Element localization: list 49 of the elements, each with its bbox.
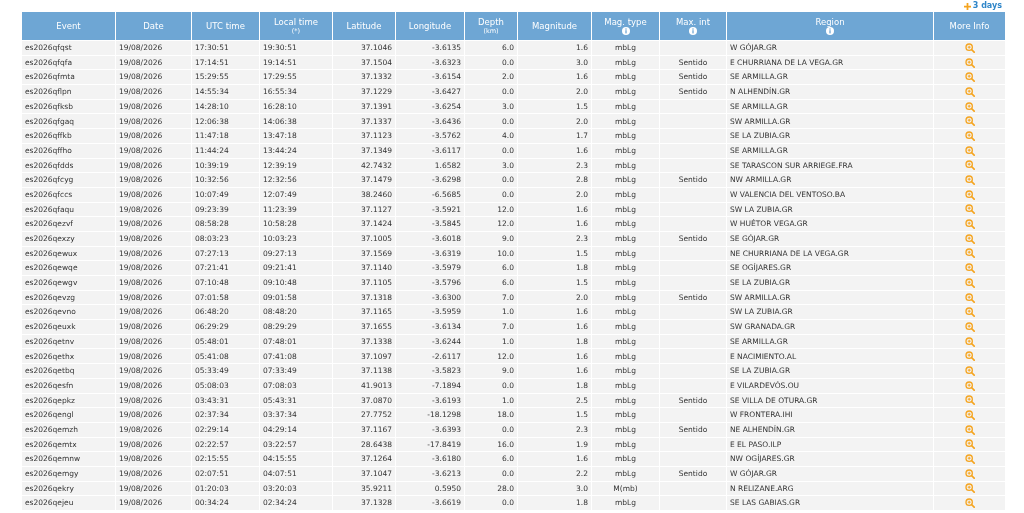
zoom-in-icon[interactable]: [964, 483, 975, 494]
zoom-in-icon[interactable]: [964, 468, 975, 479]
zoom-in-icon[interactable]: [964, 292, 975, 303]
zoom-in-icon[interactable]: [964, 101, 975, 112]
zoom-in-icon[interactable]: [964, 116, 975, 127]
zoom-in-icon[interactable]: [964, 86, 975, 97]
zoom-in-icon[interactable]: [964, 380, 975, 391]
zoom-in-icon[interactable]: [964, 72, 975, 83]
column-header: Mag. type: [604, 16, 647, 28]
column-header: Date: [143, 20, 164, 32]
info-icon[interactable]: [826, 27, 834, 36]
zoom-in-icon[interactable]: [964, 395, 975, 406]
column-header: More Info: [949, 20, 990, 32]
column-header: Longitude: [408, 20, 452, 32]
column-header: Event: [56, 20, 81, 32]
column-header: Local time: [274, 16, 318, 28]
column-header: Region: [815, 16, 845, 28]
zoom-in-icon[interactable]: [964, 42, 975, 53]
zoom-in-icon[interactable]: [964, 57, 975, 68]
zoom-in-icon[interactable]: [964, 145, 975, 156]
zoom-in-icon[interactable]: [964, 263, 975, 274]
zoom-in-icon[interactable]: [964, 439, 975, 450]
zoom-in-icon[interactable]: [964, 498, 975, 509]
zoom-in-icon[interactable]: [964, 351, 975, 362]
zoom-in-icon[interactable]: [964, 130, 975, 141]
column-header: Magnitude: [531, 20, 577, 32]
zoom-in-icon[interactable]: [964, 307, 975, 318]
zoom-in-icon[interactable]: [964, 248, 975, 259]
zoom-in-icon[interactable]: [964, 277, 975, 288]
info-icon[interactable]: [621, 27, 630, 36]
zoom-in-icon[interactable]: [964, 219, 975, 230]
zoom-in-icon[interactable]: [964, 175, 975, 186]
column-header: Depth: [478, 16, 504, 28]
zoom-in-icon[interactable]: [964, 233, 975, 244]
zoom-in-icon[interactable]: [964, 454, 975, 465]
time-range-link[interactable]: 3 days: [963, 2, 1002, 10]
zoom-in-icon[interactable]: [964, 189, 975, 200]
column-header: Max. int: [675, 16, 711, 28]
zoom-in-icon[interactable]: [964, 410, 975, 421]
zoom-in-icon[interactable]: [964, 160, 975, 171]
column-header: UTC time: [206, 20, 245, 32]
zoom-in-icon[interactable]: [964, 321, 975, 332]
zoom-in-icon[interactable]: [964, 204, 975, 215]
zoom-in-icon[interactable]: [964, 336, 975, 347]
zoom-in-icon[interactable]: [964, 424, 975, 435]
info-icon[interactable]: [689, 27, 697, 36]
plus-icon: [963, 2, 971, 10]
zoom-in-icon[interactable]: [964, 365, 975, 376]
column-header: Latitude: [346, 20, 382, 32]
